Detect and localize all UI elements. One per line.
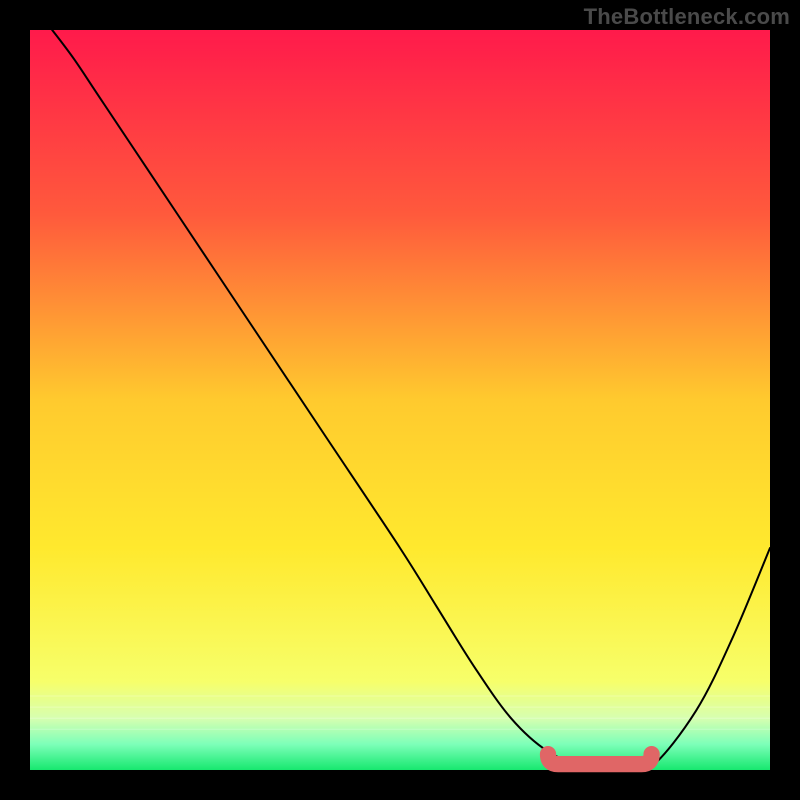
plot-area <box>30 30 770 770</box>
bottleneck-chart: TheBottleneck.com <box>0 0 800 800</box>
chart-canvas <box>0 0 800 800</box>
watermark-label: TheBottleneck.com <box>584 4 790 30</box>
